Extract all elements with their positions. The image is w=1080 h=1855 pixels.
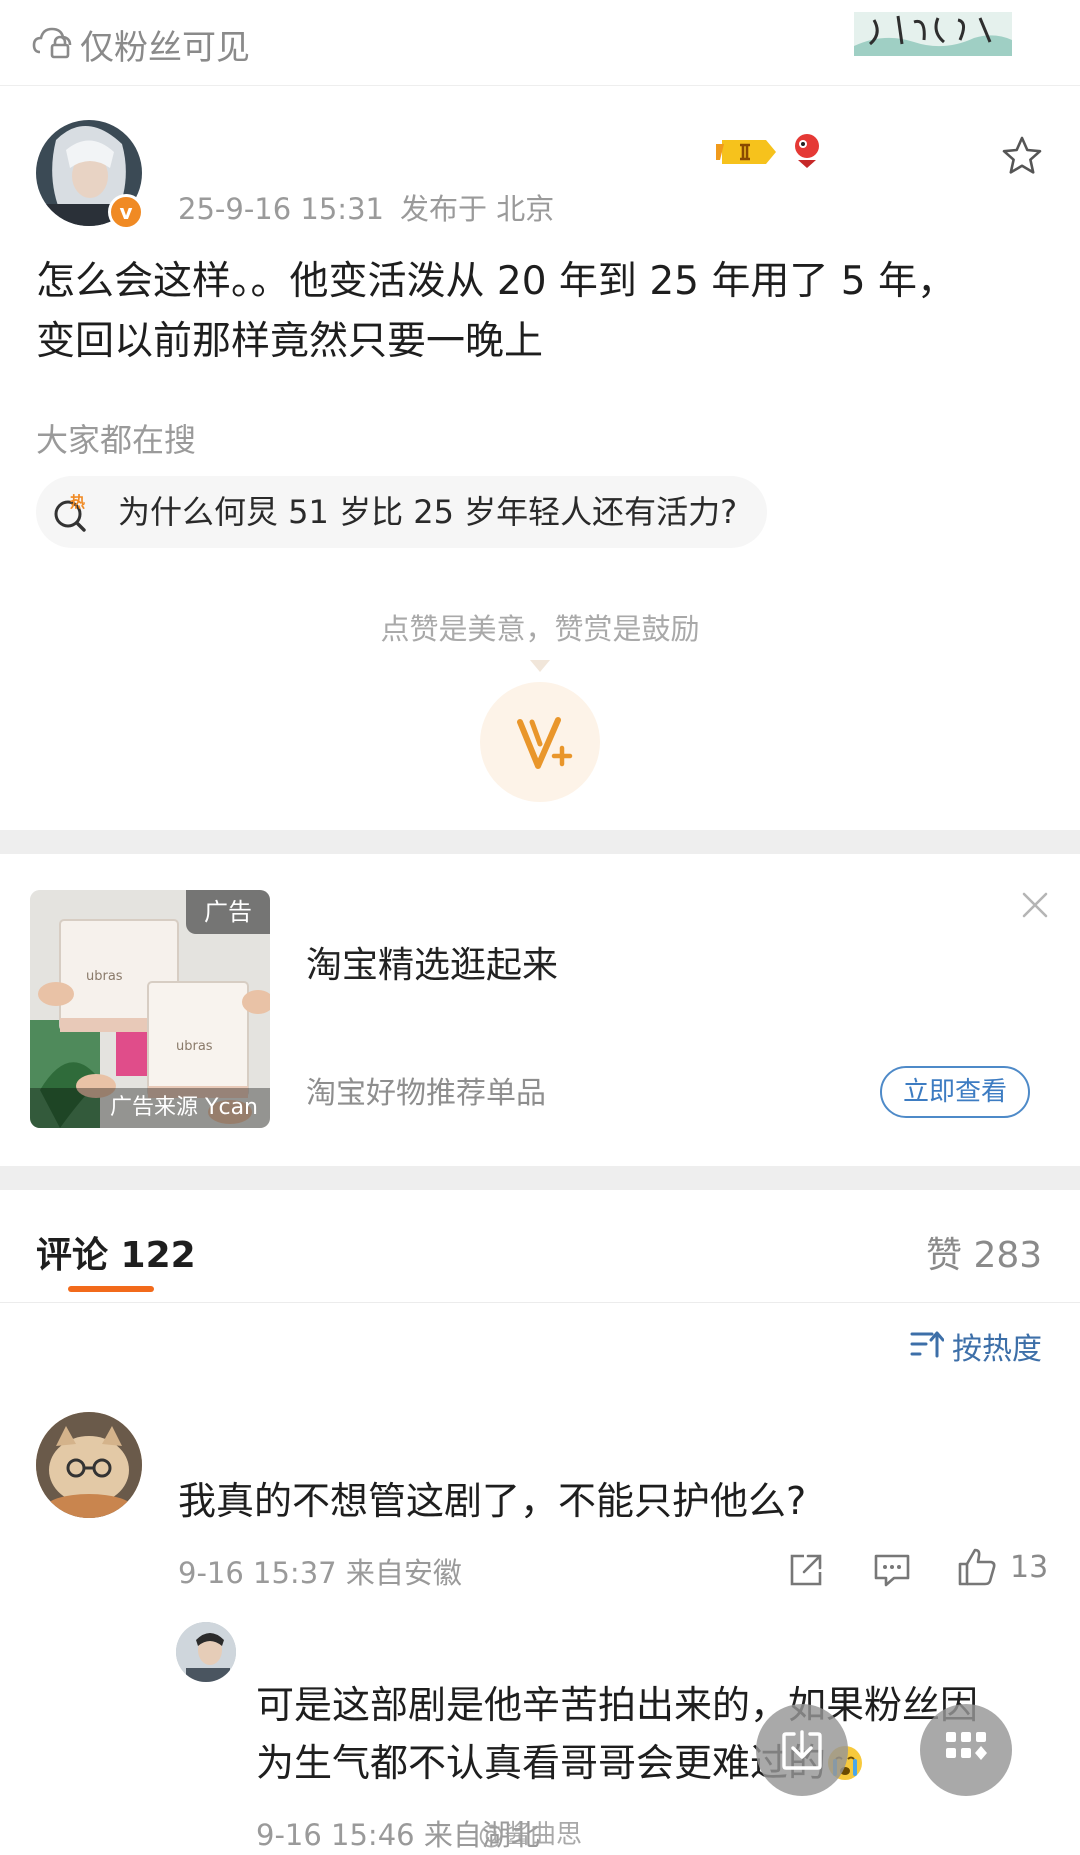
post-text-line: 怎么会这样。。他变活泼从 20 年到 25 年用了 5 年，: [36, 259, 956, 304]
hot-search-icon: 热: [54, 493, 86, 532]
hot-search-chip[interactable]: 为什么何炅 51 岁比 25 岁年轻人还有活力?: [36, 476, 768, 548]
level-badge-icon: [716, 140, 776, 164]
favorite-star-icon[interactable]: [1000, 134, 1044, 178]
commenter-avatar[interactable]: [36, 1412, 142, 1518]
reward-button[interactable]: [480, 682, 600, 802]
comment-meta: 9-16 15:37 来自安徽: [178, 1556, 462, 1590]
download-button[interactable]: [756, 1704, 848, 1796]
reply-avatar[interactable]: [176, 1622, 236, 1682]
sort-by-hot-button[interactable]: 按热度: [952, 1324, 1042, 1368]
ad-description: 淘宝好物推荐单品: [306, 1076, 546, 1111]
verified-badge: v: [108, 194, 144, 230]
ad-view-button[interactable]: 立即查看: [880, 1066, 1030, 1118]
share-icon[interactable]: [786, 1550, 826, 1590]
ad-tag: 广告: [186, 890, 270, 934]
post-text-line: 变回以前那样竟然只要一晚上: [36, 319, 544, 364]
sort-icon[interactable]: [908, 1328, 944, 1360]
post-text: 怎么会这样。。他变活泼从 20 年到 25 年用了 5 年， 变回以前那样竟然只…: [36, 252, 1046, 372]
post-timestamp: 25-9-16 15:31: [178, 192, 384, 226]
like-count: 13: [1010, 1550, 1049, 1585]
section-divider: [0, 830, 1080, 854]
tab-comments[interactable]: 评论 122: [36, 1226, 196, 1278]
close-icon[interactable]: [1018, 888, 1052, 922]
brand-logo: [854, 6, 1012, 56]
tab-likes[interactable]: 赞 283: [926, 1226, 1042, 1278]
comment-icon[interactable]: [872, 1550, 912, 1590]
download-icon: [782, 1730, 822, 1770]
watermark: @酱曲思: [478, 1820, 583, 1850]
like-icon[interactable]: [956, 1546, 998, 1588]
ad-brand-print: ubras: [86, 969, 123, 984]
lock-cloud-icon: [32, 27, 72, 59]
reward-pointer: [530, 660, 550, 672]
active-tab-indicator: [68, 1286, 154, 1292]
divider: [0, 1302, 1080, 1303]
ad-brand-print: ubras: [176, 1039, 213, 1054]
comment-text: 我真的不想管这剧了，不能只护他么?: [178, 1479, 807, 1523]
reward-v-icon: [517, 717, 573, 769]
hot-search-title: 大家都在搜: [36, 421, 197, 459]
reply-text-line-content: 为生气都不认真看哥哥会更难过的: [256, 1741, 827, 1785]
grid-icon: [946, 1732, 987, 1760]
section-divider: [0, 1166, 1080, 1190]
hot-icon-label: 热: [70, 493, 85, 511]
apps-grid-button[interactable]: [920, 1704, 1012, 1796]
ad-source: 广告来源 Ycan: [30, 1088, 270, 1128]
ad-image[interactable]: ubras ubras 广告 广告来源 Ycan: [30, 890, 270, 1128]
fan-badge-icon: [795, 134, 819, 168]
ad-title[interactable]: 淘宝精选逛起来: [306, 936, 558, 988]
post-location: 发布于 北京: [399, 192, 555, 226]
visibility-label: 仅粉丝可见: [80, 28, 250, 68]
reward-caption: 点赞是美意，赞赏是鼓励: [380, 612, 700, 646]
post-meta: 25-9-16 15:31 发布于 北京: [178, 186, 554, 228]
